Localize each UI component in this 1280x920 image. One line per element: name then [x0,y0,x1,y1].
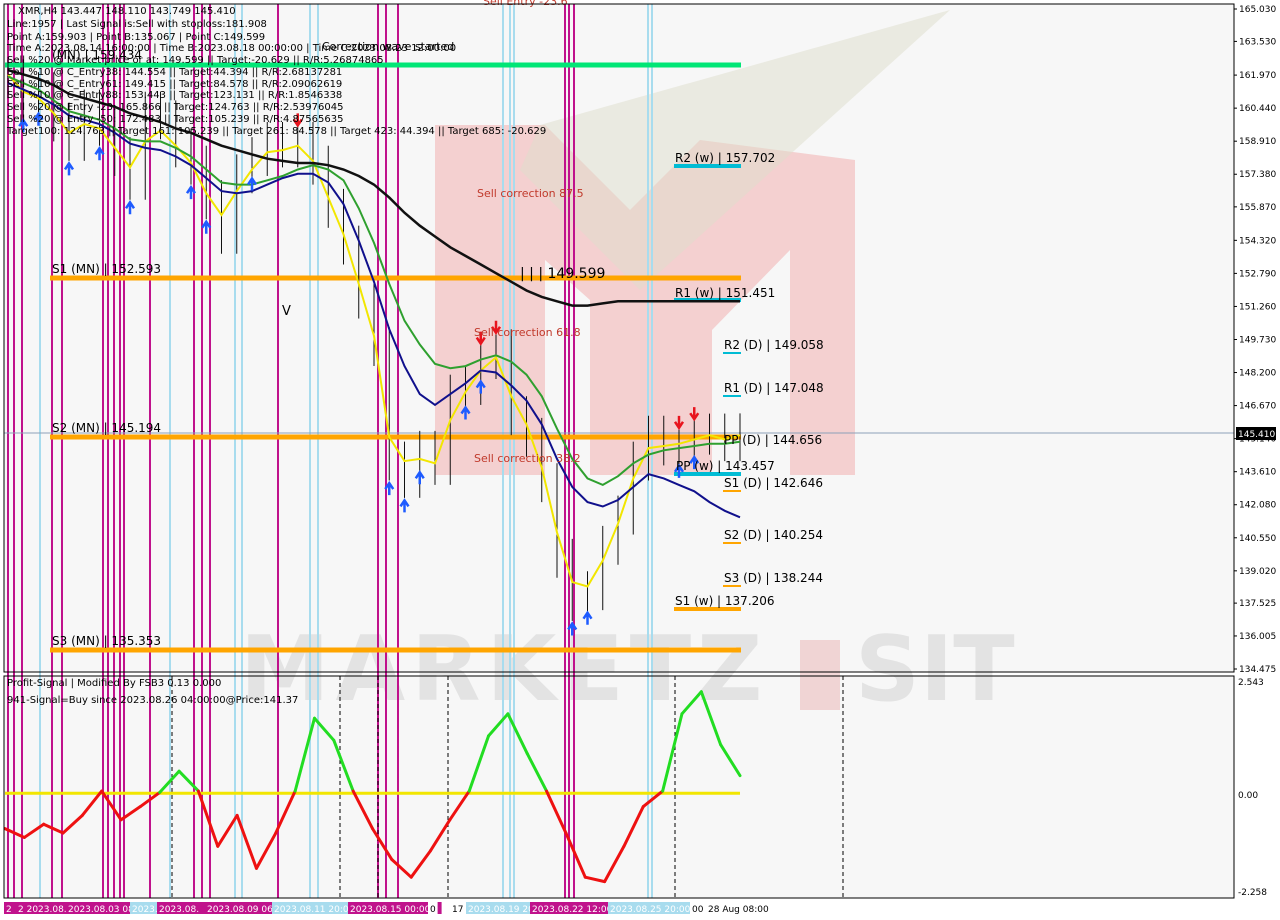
price-tick-label: 139.020 [1239,567,1276,577]
price-tick-label: 151.260 [1239,302,1276,312]
time-label: 28 Aug 08:00 [708,905,769,915]
price-tick-label: 137.525 [1239,599,1276,609]
time-label: 2023.08.25 20:00 [610,905,691,915]
time-label: 2 [6,905,12,915]
price-tick-label: 136.005 [1239,632,1276,642]
price-tick-label: 163.530 [1239,37,1276,47]
price-tick-label: 140.550 [1239,534,1276,544]
info-line: Sell %10 @ C_Entry38: 144.554 || Target:… [7,67,342,78]
svg-text:SIT: SIT [855,617,1015,722]
level-label: S1 (D) | 142.646 [724,476,823,490]
price-tick-label: 148.200 [1239,369,1276,379]
price-tick-label: 152.790 [1239,269,1276,279]
sell-correction-87-label: Sell correction 87.5 [477,187,584,200]
price-tick-label: 160.440 [1239,104,1276,114]
indicator-signal: 941-Signal=Buy since 2023.08.26 04:00:00… [7,695,298,706]
indicator-title: Profit-Signal | Modified By FSB3 0.13 0.… [7,678,221,689]
price-axis: 165.030 163.530 161.970 160.440 158.910 157.3… [1234,5,1276,675]
v-mark: V [282,304,291,319]
level-label: PP (D) | 144.656 [724,433,822,447]
info-line: Sell %20 @ Entry -50: 172.483 || Target:… [7,114,343,125]
time-label: 2023.08.03 08: [68,905,137,915]
info-line: Target100: 124.763 || Target 161: 105.23… [6,126,546,137]
price-tick-label: 165.030 [1239,5,1276,15]
price-chart[interactable]: MARKETZ SIT S1 (MN) | 152.593 S2 (MN) | … [0,0,1280,920]
time-label: 0 [430,905,436,915]
indicator-axis-label: 2.543 [1238,678,1264,688]
info-line: Line:1957 | Last Signal is:Sell with sto… [7,19,267,30]
time-label: 2023.08.15 00:00 [350,905,431,915]
sell-correction-38-label: Sell correction 38.2 [474,452,581,465]
price-tick-label: 143.610 [1239,468,1276,478]
level-label: R1 (w) | 151.451 [675,286,775,300]
current-price-tag: 145.410 [1236,427,1276,440]
time-label: 2023.08.22 12:00 [532,905,613,915]
info-line: Time A:2023.08.14 16:00:00 | Time B:2023… [6,43,456,54]
price-tick-label: 142.080 [1239,501,1276,511]
chart-window: MARKETZ SIT S1 (MN) | 152.593 S2 (MN) | … [0,0,1280,920]
current-price-value: 145.410 [1238,430,1275,440]
time-label: 2023.08.11 20:00 [274,905,355,915]
info-line: Sell %20 @ Market price or at: 149.599 |… [7,55,384,66]
level-label: S3 (MN) | 135.353 [52,634,161,648]
level-label: S2 (D) | 140.254 [724,528,823,542]
price-tick-label: 149.730 [1239,335,1276,345]
price-tick-label: 158.910 [1239,137,1276,147]
indicator-axis: 2.543 0.00 -2.258 [1238,678,1267,898]
price-tick-label: 157.380 [1239,170,1276,180]
info-line: Point A:159.903 | Point B:135.067 | Poin… [7,32,265,43]
time-label: 00 [692,905,704,915]
symbol-line: XMR,H4 143.447 148.110 143.749 145.410 [18,6,236,17]
level-label: S3 (D) | 138.244 [724,571,823,585]
time-label: 2023.08. [159,905,199,915]
price-tick-label: 146.670 [1239,402,1276,412]
point-c-label: | | | 149.599 [520,266,605,282]
price-tick-label: 161.970 [1239,71,1276,81]
info-line: Sell %10 @ C_Entry61: 149.415 || Target:… [7,79,342,90]
time-label: 2023.08.19 20 [468,905,534,915]
price-tick-label: 155.870 [1239,203,1276,213]
info-line: Sell %10 @ C_Entry88: 153.443 || Target:… [7,90,342,101]
time-label: 2023. [132,905,158,915]
price-tick-label: 154.320 [1239,236,1276,246]
time-label: 17 [452,905,463,915]
price-tick-label: 134.475 [1239,665,1276,675]
indicator-axis-label: -2.258 [1238,888,1267,898]
level-label: S1 (w) | 137.206 [675,594,775,608]
time-axis: 2 2 2023.08. 2023.08.03 08:2023. 2023.08. 2… [4,902,778,915]
sell-correction-61-label: Sell correction 61.8 [474,326,581,339]
level-label: PP (w) | 143.457 [676,459,775,473]
time-label: 2 2023.08. [18,905,67,915]
indicator-axis-label: 0.00 [1238,791,1258,801]
level-label: R1 (D) | 147.048 [724,381,824,395]
level-label: S2 (MN) | 145.194 [52,421,161,435]
level-label: R2 (D) | 149.058 [724,338,824,352]
level-label: S1 (MN) | 152.593 [52,262,161,276]
level-label: R2 (w) | 157.702 [675,151,775,165]
info-line: Sell %20 @ Entry -23: 165.866 || Target:… [7,102,343,113]
